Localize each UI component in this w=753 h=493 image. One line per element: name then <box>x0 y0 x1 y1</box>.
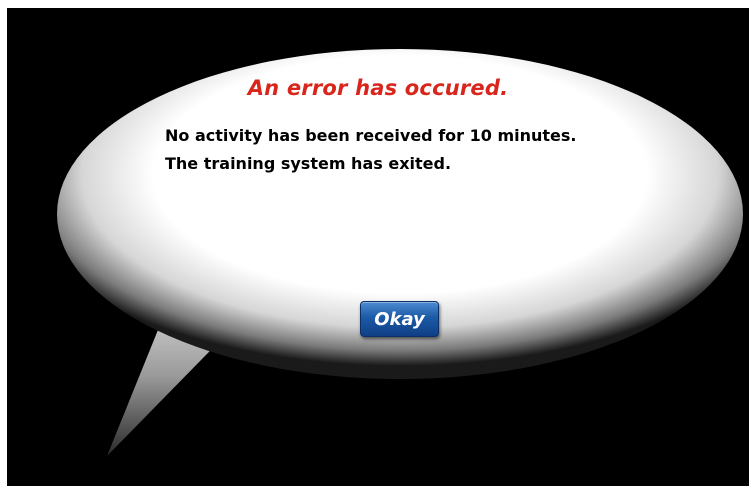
error-message: No activity has been received for 10 min… <box>165 122 685 178</box>
training-screen: An error has occured. No activity has be… <box>7 8 749 486</box>
okay-button[interactable]: Okay <box>360 301 439 337</box>
error-message-line-1: No activity has been received for 10 min… <box>165 126 577 145</box>
error-title: An error has occured. <box>247 76 509 100</box>
error-message-line-2: The training system has exited. <box>165 154 452 173</box>
